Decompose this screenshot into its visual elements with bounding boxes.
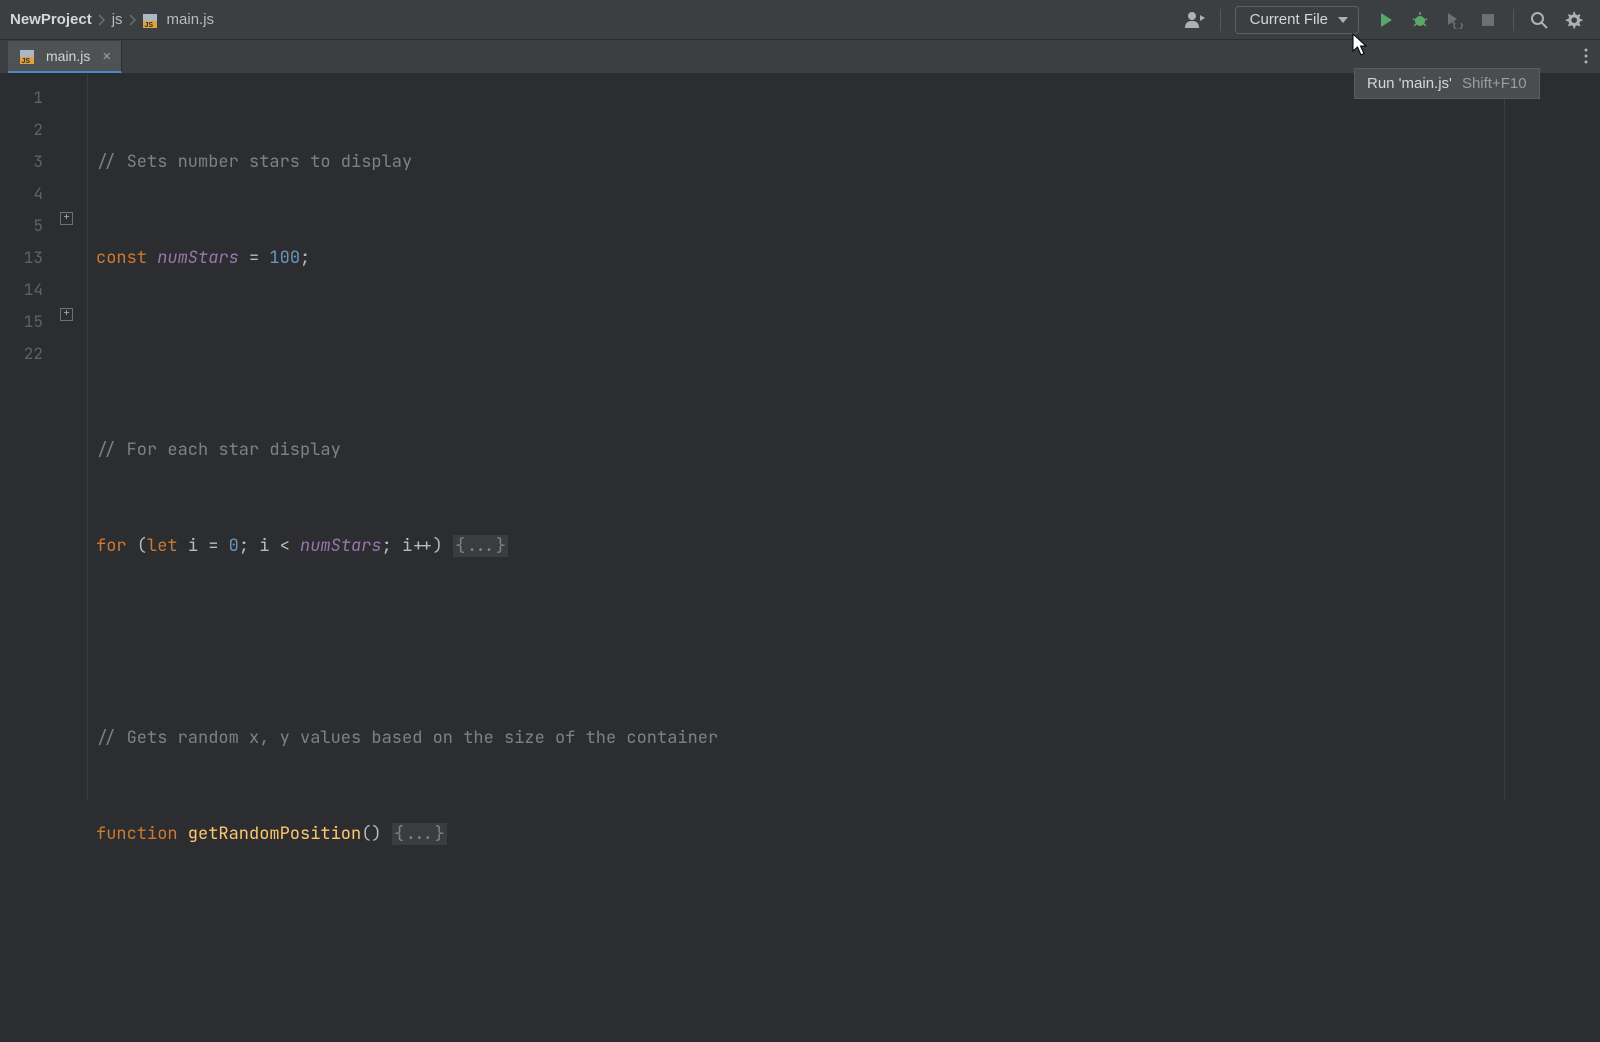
code-editor[interactable]: 1 2 3 4 5 13 14 15 22 + + // Sets number… bbox=[0, 74, 1600, 800]
tooltip-label: Run 'main.js' bbox=[1367, 75, 1452, 92]
search-icon[interactable] bbox=[1522, 4, 1556, 36]
line-number: 14 bbox=[0, 274, 43, 306]
run-with-coverage-button[interactable] bbox=[1437, 4, 1471, 36]
tab-main-js[interactable]: JS main.js × bbox=[8, 41, 122, 73]
code-token: = bbox=[239, 247, 270, 269]
tab-menu-icon[interactable] bbox=[1578, 44, 1594, 73]
code-token: 0 bbox=[229, 535, 239, 557]
code-token: 100 bbox=[269, 247, 300, 269]
right-margin-line bbox=[1504, 74, 1505, 800]
line-gutter: 1 2 3 4 5 13 14 15 22 bbox=[0, 74, 58, 800]
fold-expand-icon[interactable]: + bbox=[60, 308, 73, 321]
code-token: // Gets random x, y values based on the … bbox=[96, 727, 718, 749]
tab-label: main.js bbox=[46, 48, 90, 64]
user-icon[interactable] bbox=[1178, 4, 1212, 36]
tab-close-icon[interactable]: × bbox=[98, 48, 111, 65]
line-number: 13 bbox=[0, 242, 43, 274]
code-token: ; bbox=[300, 247, 310, 269]
code-token: getRandomPosition bbox=[178, 823, 362, 845]
breadcrumb-project[interactable]: NewProject bbox=[10, 11, 92, 28]
folded-block[interactable]: {...} bbox=[392, 823, 447, 845]
line-number: 22 bbox=[0, 338, 43, 370]
code-token: ; i < bbox=[239, 535, 300, 557]
code-token: numStars bbox=[300, 535, 382, 557]
breadcrumb-file[interactable]: main.js bbox=[167, 11, 215, 28]
stop-button[interactable] bbox=[1471, 4, 1505, 36]
code-token: ( bbox=[127, 535, 147, 557]
code-token: numStars bbox=[157, 247, 239, 269]
run-tooltip: Run 'main.js' Shift+F10 bbox=[1354, 68, 1540, 99]
code-token: const bbox=[96, 247, 147, 269]
code-token: // Sets number stars to display bbox=[96, 151, 412, 173]
debug-button[interactable] bbox=[1403, 4, 1437, 36]
code-token: ; i++) bbox=[382, 535, 453, 557]
breadcrumbs: NewProject js JS main.js bbox=[10, 11, 214, 28]
svg-text:JS: JS bbox=[22, 58, 31, 64]
chevron-right-icon bbox=[98, 14, 106, 26]
line-number: 4 bbox=[0, 178, 43, 210]
code-token: i = bbox=[178, 535, 229, 557]
run-config-selector[interactable]: Current File bbox=[1235, 6, 1359, 34]
svg-text:JS: JS bbox=[144, 22, 153, 28]
code-token: () bbox=[361, 823, 392, 845]
js-file-icon: JS bbox=[143, 12, 159, 28]
code-token: let bbox=[147, 535, 178, 557]
js-file-icon: JS bbox=[20, 48, 36, 64]
code-area[interactable]: // Sets number stars to display const nu… bbox=[88, 74, 1600, 800]
code-token: function bbox=[96, 823, 178, 845]
line-number: 3 bbox=[0, 146, 43, 178]
breadcrumb-folder[interactable]: js bbox=[112, 11, 123, 28]
line-number: 1 bbox=[0, 82, 43, 114]
chevron-down-icon bbox=[1338, 11, 1348, 28]
run-config-label: Current File bbox=[1250, 11, 1328, 28]
fold-gutter: + + bbox=[58, 74, 88, 800]
separator bbox=[1513, 9, 1514, 31]
separator bbox=[1220, 9, 1221, 31]
settings-icon[interactable] bbox=[1556, 4, 1590, 36]
line-number: 5 bbox=[0, 210, 43, 242]
tooltip-shortcut: Shift+F10 bbox=[1462, 75, 1527, 92]
chevron-right-icon bbox=[129, 14, 137, 26]
toolbar-actions: Current File bbox=[1178, 4, 1590, 36]
line-number: 2 bbox=[0, 114, 43, 146]
fold-expand-icon[interactable]: + bbox=[60, 212, 73, 225]
code-token: // For each star display bbox=[96, 439, 341, 461]
run-button[interactable] bbox=[1369, 4, 1403, 36]
folded-block[interactable]: {...} bbox=[453, 535, 508, 557]
top-toolbar: NewProject js JS main.js Curr bbox=[0, 0, 1600, 40]
line-number: 15 bbox=[0, 306, 43, 338]
code-token: for bbox=[96, 535, 127, 557]
